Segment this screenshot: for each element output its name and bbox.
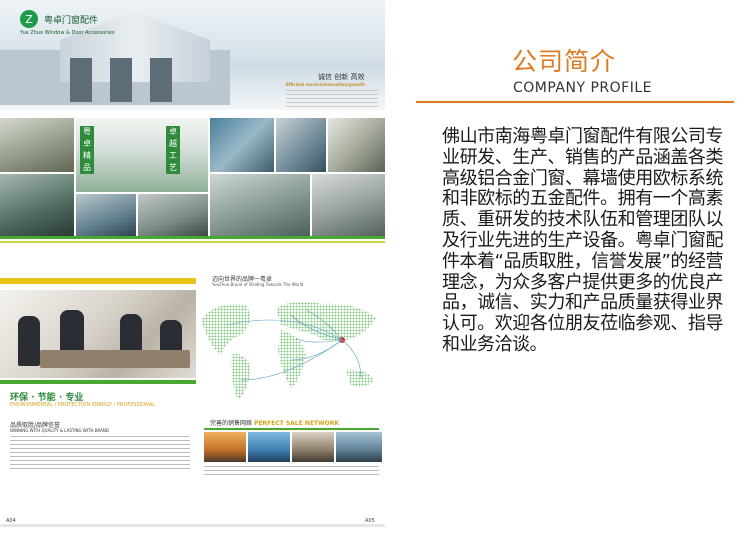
showroom-photo: 粤 卓 精 品 卓 越 工 艺 <box>76 118 208 192</box>
workers-photo <box>76 194 136 236</box>
profile-title-cn: 公司简介 <box>512 47 617 76</box>
assembly-photo <box>0 174 74 236</box>
slogan-paragraph <box>286 90 378 108</box>
brand-sub: Yue Zhuo Window & Door Accessories <box>20 30 115 36</box>
truck-photo <box>336 432 382 462</box>
ship-photo <box>248 432 290 462</box>
profile-body: 佛山市南海粤卓门窗配件有限公司专业研发、生产、销售的产品涵盖各类高级铝合金门窗、… <box>442 126 724 355</box>
profile-title-en: COMPANY PROFILE <box>513 80 652 96</box>
press-photo <box>138 194 208 236</box>
meeting-photo <box>0 290 196 378</box>
storage-photo <box>328 118 385 172</box>
slogan-cn: 诚信 创新 高效 <box>318 73 365 81</box>
showroom-panel-right: 卓 越 工 艺 <box>166 126 180 174</box>
brochure-top-spread: Z 粤卓门窗配件 Yue Zhuo Window & Door Accessor… <box>0 0 385 243</box>
green-bar <box>0 380 196 384</box>
world-map-icon <box>201 301 376 400</box>
eco-paragraph <box>10 436 190 472</box>
brochure-image: Z 粤卓门窗配件 Yue Zhuo Window & Door Accessor… <box>0 0 385 539</box>
network-bar <box>204 428 379 430</box>
map-heading-en: YueZhuo Brand of Striding Towards The Wo… <box>212 282 304 287</box>
yellow-bar <box>0 278 196 284</box>
showroom-panel-left: 粤 卓 精 品 <box>80 126 94 174</box>
airplane-photo <box>204 432 246 462</box>
slogan-en: Efficient service/innovation/growth <box>286 82 365 87</box>
network-paragraph <box>204 466 379 478</box>
divider-yellow <box>0 241 385 243</box>
line-photo <box>276 118 326 172</box>
network-title: 完善的销售网络 PERFECT SALE NETWORK <box>210 420 340 427</box>
bottom-strip <box>0 524 385 527</box>
divider-green <box>0 236 385 239</box>
brand-logo-icon: Z <box>20 10 38 28</box>
brochure-brand: Z 粤卓门窗配件 <box>20 10 98 28</box>
workshop-photo <box>0 118 74 172</box>
warehouse-photo <box>312 174 385 236</box>
factory-photo-grid: 粤 卓 精 品 卓 越 工 艺 <box>0 118 385 236</box>
eco-brand-en: WINNING WITH QUALITY & LASTING WITH BRAN… <box>10 428 109 433</box>
production-photo <box>210 174 310 236</box>
port-photo <box>292 432 334 462</box>
eco-subtitle: ENVIRONMENTAL / PROTECTION ENERGY / PROF… <box>10 402 156 408</box>
title-underline <box>416 101 734 103</box>
brand-name: 粤卓门窗配件 <box>44 15 99 26</box>
shipping-photos <box>204 432 382 462</box>
machine-photo <box>210 118 274 172</box>
